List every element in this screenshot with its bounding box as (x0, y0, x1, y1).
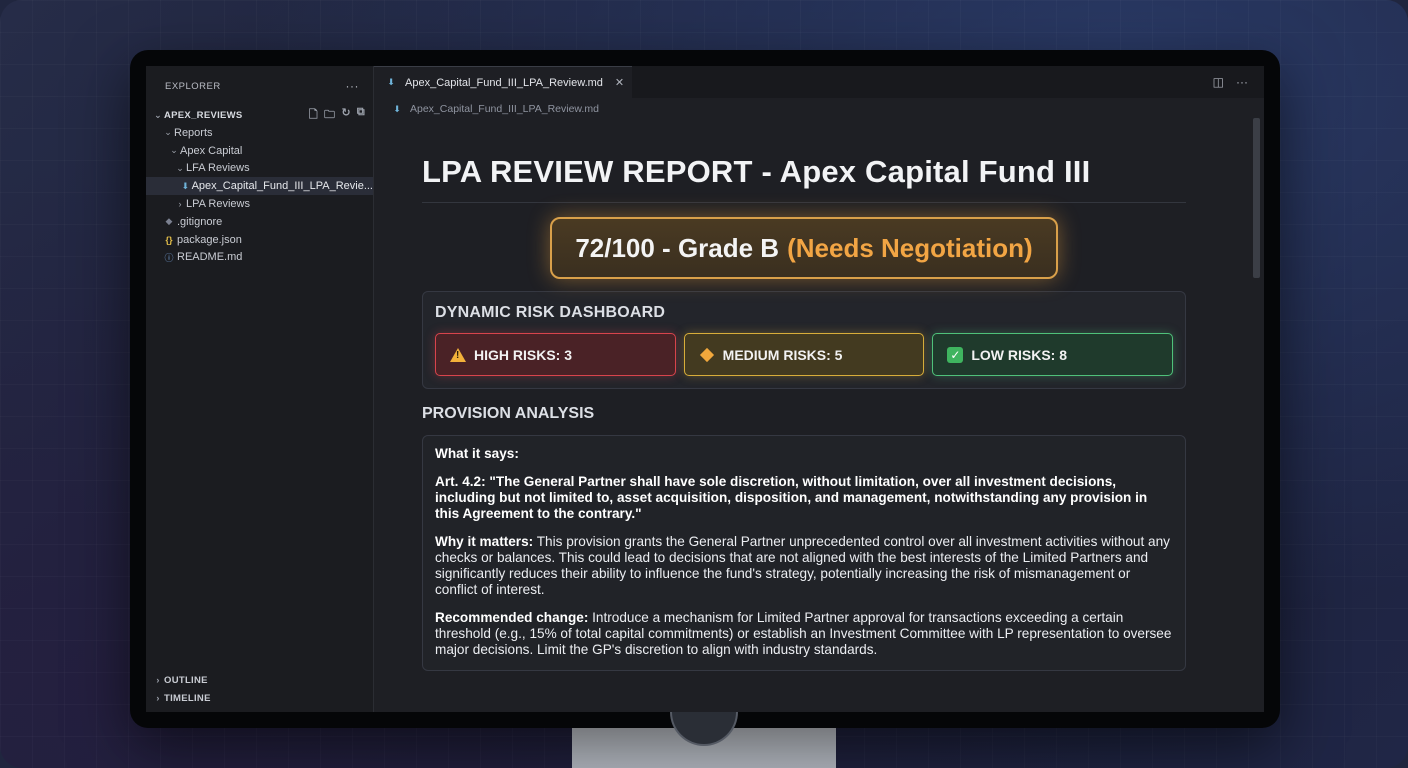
checkmark-icon: ✓ (947, 346, 964, 363)
tree-file-package-json[interactable]: {} package.json (146, 231, 373, 249)
tree-folder-reports[interactable]: ⌄ Reports (146, 124, 373, 142)
explorer-actions: 🗋 🗀 ↻ ⧉ (309, 106, 373, 125)
more-actions-icon[interactable]: ··· (1236, 75, 1248, 89)
gitignore-file-icon: ◆ (165, 216, 173, 227)
tab-lpa-review[interactable]: ⬇ Apex_Capital_Fund_III_LPA_Review.md ✕ (374, 66, 633, 98)
close-icon[interactable]: ✕ (615, 76, 624, 89)
chevron-down-icon: ⌄ (164, 127, 172, 138)
medium-risk-label: MEDIUM RISKS: 5 (722, 346, 843, 363)
risk-cards: HIGH RISKS: 3 MEDIUM RISKS: 5 ✓ LOW RISK… (435, 333, 1174, 376)
high-risk-card: HIGH RISKS: 3 (435, 333, 676, 376)
why-text: This provision grants the General Partne… (435, 534, 1170, 597)
breadcrumb-file[interactable]: Apex_Capital_Fund_III_LPA_Review.md (410, 103, 599, 115)
tree-item-label: Apex Capital (180, 144, 243, 157)
workspace-root-label: APEX_REVIEWS (164, 109, 243, 121)
medium-risk-card: MEDIUM RISKS: 5 (683, 333, 925, 376)
tree-item-label: LFA Reviews (186, 162, 250, 175)
low-risk-label: LOW RISKS: 8 (971, 346, 1068, 363)
chevron-down-icon: ⌄ (170, 145, 178, 156)
outline-section[interactable]: › OUTLINE (146, 671, 373, 689)
high-risk-label: HIGH RISKS: 3 (474, 346, 573, 363)
chevron-right-icon: › (178, 199, 182, 210)
tree-item-label: README.md (177, 251, 243, 264)
collapse-all-icon[interactable]: ⧉ (357, 106, 365, 125)
explorer-header: EXPLORER ··· (146, 66, 373, 106)
grade-badge: 72/100 - Grade B (Needs Negotiation) (550, 217, 1058, 279)
refresh-icon[interactable]: ↻ (341, 106, 351, 125)
workspace-root[interactable]: ⌄ APEX_REVIEWS 🗋 🗀 ↻ ⧉ (146, 106, 373, 124)
chevron-right-icon: › (156, 675, 160, 685)
tree-item-label: Reports (174, 126, 213, 139)
split-editor-icon[interactable]: ◫ (1213, 75, 1224, 89)
chevron-down-icon: ⌄ (154, 109, 162, 120)
page-title: LPA REVIEW REPORT - Apex Capital Fund II… (422, 154, 1186, 203)
editor-actions: ◫ ··· (1213, 75, 1248, 89)
warning-icon (450, 347, 466, 362)
chevron-down-icon: ⌄ (176, 162, 184, 173)
tree-folder-lpa-reviews[interactable]: › LPA Reviews (146, 195, 373, 213)
diamond-icon (699, 347, 714, 362)
json-file-icon: {} (165, 234, 173, 245)
tab-label: Apex_Capital_Fund_III_LPA_Review.md (405, 76, 603, 89)
markdown-file-icon: ⬇ (387, 77, 395, 87)
tab-bar: ⬇ Apex_Capital_Fund_III_LPA_Review.md ✕ … (374, 66, 1264, 98)
info-file-icon: ⓘ (164, 252, 174, 263)
low-risk-card: ✓ LOW RISKS: 8 (932, 333, 1174, 376)
explorer-title: EXPLORER (165, 80, 221, 92)
outline-label: OUTLINE (164, 674, 208, 686)
markdown-file-icon: ⬇ (181, 180, 190, 191)
grade-score: 72/100 - Grade B (575, 232, 780, 263)
what-it-says-label: What it says: (435, 446, 519, 461)
markdown-file-icon: ⬇ (393, 103, 401, 114)
vertical-scrollbar[interactable] (1253, 118, 1260, 278)
tree-item-label: Apex_Capital_Fund_III_LPA_Revie... (191, 180, 373, 193)
grade-container: 72/100 - Grade B (Needs Negotiation) (422, 217, 1186, 279)
why-it-matters: Why it matters: This provision grants th… (435, 534, 1173, 598)
timeline-section[interactable]: › TIMELINE (146, 689, 373, 707)
breadcrumb: ⬇ Apex_Capital_Fund_III_LPA_Review.md (374, 98, 1264, 120)
editor-pane: ⬇ Apex_Capital_Fund_III_LPA_Review.md ✕ … (374, 66, 1264, 712)
grade-status: (Needs Negotiation) (787, 232, 1033, 263)
tree-item-label: LPA Reviews (186, 198, 250, 211)
why-label: Why it matters: (435, 534, 534, 549)
tree-folder-apex-capital[interactable]: ⌄ Apex Capital (146, 142, 373, 160)
article-quote: Art. 4.2: "The General Partner shall hav… (435, 474, 1148, 521)
risk-dashboard: DYNAMIC RISK DASHBOARD HIGH RISKS: 3 MED… (422, 291, 1186, 389)
dashboard-title: DYNAMIC RISK DASHBOARD (435, 304, 666, 321)
explorer-sidebar: EXPLORER ··· ⌄ APEX_REVIEWS 🗋 🗀 ↻ ⧉ ⌄ Re… (146, 66, 374, 712)
new-file-icon[interactable]: 🗋 (309, 106, 318, 125)
more-actions-icon[interactable]: ··· (346, 79, 360, 93)
provision-analysis-title: PROVISION ANALYSIS (422, 405, 595, 422)
recommended-change: Recommended change: Introduce a mechanis… (435, 610, 1173, 658)
tree-file-lpa-review[interactable]: ⬇ Apex_Capital_Fund_III_LPA_Revie... (146, 177, 373, 196)
tree-item-label: package.json (177, 233, 242, 246)
tree-folder-lfa-reviews[interactable]: ⌄ LFA Reviews (146, 160, 373, 178)
markdown-preview: LPA REVIEW REPORT - Apex Capital Fund II… (422, 154, 1186, 671)
tree-file-readme[interactable]: ⓘ README.md (146, 249, 373, 267)
rec-label: Recommended change: (435, 610, 589, 625)
tree-file-gitignore[interactable]: ◆ .gitignore (146, 213, 373, 231)
provision-card: What it says: Art. 4.2: "The General Par… (422, 435, 1186, 671)
new-folder-icon[interactable]: 🗀 (324, 106, 335, 125)
timeline-label: TIMELINE (164, 692, 211, 704)
tree-item-label: .gitignore (177, 215, 223, 228)
chevron-right-icon: › (156, 693, 160, 703)
editor-window: EXPLORER ··· ⌄ APEX_REVIEWS 🗋 🗀 ↻ ⧉ ⌄ Re… (146, 66, 1264, 712)
